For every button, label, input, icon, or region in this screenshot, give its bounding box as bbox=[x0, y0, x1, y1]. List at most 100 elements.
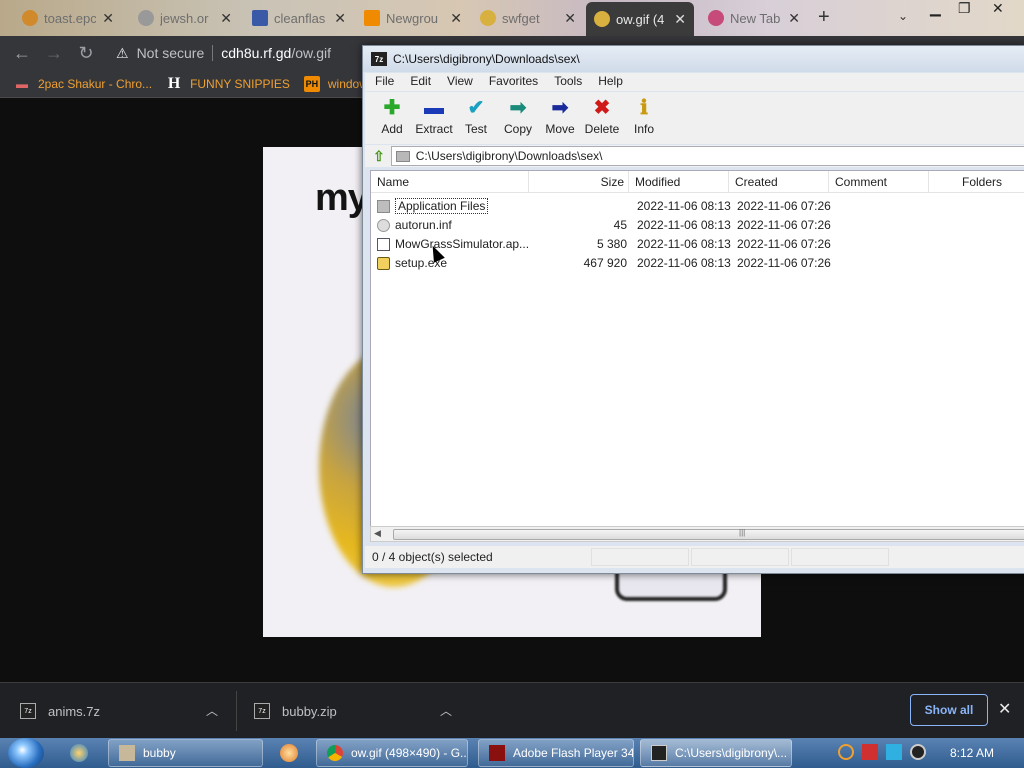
paint-icon[interactable] bbox=[280, 744, 298, 762]
chevron-up-icon[interactable]: ︿ bbox=[206, 702, 218, 719]
address-bar[interactable]: ⚠ Not secure cdh8u.rf.gd/ow.gif bbox=[108, 40, 368, 66]
move-button[interactable]: ➡ Move bbox=[539, 92, 581, 144]
file-list[interactable]: Name Size Modified Created Comment Folde… bbox=[370, 170, 1024, 528]
file-name: autorun.inf bbox=[395, 218, 452, 232]
tab-newgrounds[interactable]: Newgrou ✕ bbox=[356, 4, 470, 32]
back-arrow-icon[interactable]: ← bbox=[6, 43, 38, 64]
tab-toast[interactable]: toast.epc ✕ bbox=[14, 4, 122, 32]
scroll-thumb[interactable] bbox=[393, 529, 1024, 540]
tab-favicon-icon bbox=[252, 10, 268, 26]
tab-favicon-icon bbox=[480, 10, 496, 26]
forward-arrow-icon[interactable]: → bbox=[38, 43, 70, 64]
menu-help[interactable]: Help bbox=[588, 73, 629, 91]
monitor-icon[interactable] bbox=[886, 744, 902, 760]
clock[interactable]: 8:12 AM bbox=[950, 746, 994, 760]
tab-cleanflash[interactable]: cleanflas ✕ bbox=[244, 4, 354, 32]
close-icon[interactable]: ✕ bbox=[334, 10, 346, 27]
close-icon[interactable]: ✕ bbox=[220, 10, 232, 27]
sevenzip-window[interactable]: 7z C:\Users\digibrony\Downloads\sex\ Fil… bbox=[362, 45, 1024, 574]
folder-up-icon[interactable]: ⇧ bbox=[373, 148, 385, 165]
window-close-icon[interactable]: ✕ bbox=[992, 0, 1004, 17]
minimize-icon[interactable]: ▁ bbox=[930, 0, 941, 17]
url-path: /ow.gif bbox=[291, 45, 332, 61]
tool-label: Delete bbox=[584, 122, 620, 136]
info-button[interactable]: ℹ Info bbox=[623, 92, 665, 144]
tool-label: Extract bbox=[415, 122, 453, 136]
sevenzip-icon bbox=[651, 745, 667, 761]
task-sevenzip[interactable]: C:\Users\digibrony\... bbox=[640, 739, 792, 767]
volume-icon[interactable] bbox=[910, 744, 926, 760]
table-row[interactable]: Application Files 2022-11-06 08:13 2022-… bbox=[371, 197, 1024, 216]
menu-favorites[interactable]: Favorites bbox=[479, 73, 544, 91]
menu-view[interactable]: View bbox=[437, 73, 479, 91]
tab-search-icon[interactable]: ⌄ bbox=[898, 9, 908, 23]
status-cell bbox=[791, 548, 889, 566]
bookmark-funny-snippies[interactable]: H FUNNY SNIPPIES bbox=[166, 75, 290, 92]
tab-title: swfget bbox=[502, 10, 540, 26]
column-folders[interactable]: Folders bbox=[929, 171, 1024, 193]
tab-swfget[interactable]: swfget ✕ bbox=[472, 4, 584, 32]
task-bubby[interactable]: bubby bbox=[108, 739, 263, 767]
task-label: bubby bbox=[143, 746, 176, 760]
table-row[interactable]: MowGrassSimulator.ap... 5 380 2022-11-06… bbox=[371, 235, 1024, 254]
download-item[interactable]: 7z bubby.zip ︿ bbox=[234, 683, 470, 739]
close-icon[interactable]: ✕ bbox=[102, 10, 114, 27]
menu-edit[interactable]: Edit bbox=[400, 73, 437, 91]
sevenzip-titlebar[interactable]: 7z C:\Users\digibrony\Downloads\sex\ bbox=[363, 46, 1024, 72]
close-icon[interactable]: ✕ bbox=[674, 11, 686, 28]
table-row[interactable]: autorun.inf 45 2022-11-06 08:13 2022-11-… bbox=[371, 216, 1024, 235]
tab-ow-gif[interactable]: ow.gif (4 ✕ bbox=[586, 2, 694, 36]
tab-favicon-icon bbox=[138, 10, 154, 26]
tab-jewsh[interactable]: jewsh.or ✕ bbox=[130, 4, 240, 32]
close-icon[interactable]: ✕ bbox=[564, 10, 576, 27]
tab-title: cleanflas bbox=[274, 10, 326, 26]
task-label: C:\Users\digibrony\... bbox=[675, 746, 788, 760]
task-chrome[interactable]: ow.gif (498×490) - G... bbox=[316, 739, 468, 767]
scroll-left-icon[interactable]: ◀ bbox=[374, 528, 381, 539]
list-header: Name Size Modified Created Comment Folde… bbox=[371, 171, 1024, 193]
search-icon[interactable] bbox=[838, 744, 854, 760]
taskbar: bubby ow.gif (498×490) - G... Adobe Flas… bbox=[0, 738, 1024, 768]
tool-label: Copy bbox=[503, 122, 532, 136]
show-all-button[interactable]: Show all bbox=[910, 694, 988, 726]
tool-label: Test bbox=[464, 122, 487, 136]
reload-icon[interactable]: ↻ bbox=[70, 43, 102, 64]
table-row[interactable]: setup.exe 467 920 2022-11-06 08:13 2022-… bbox=[371, 254, 1024, 273]
status-bar: 0 / 4 object(s) selected bbox=[365, 546, 1024, 568]
column-size[interactable]: Size bbox=[529, 171, 629, 193]
download-item[interactable]: 7z anims.7z ︿ bbox=[0, 683, 236, 739]
add-icon: ✚ bbox=[383, 97, 401, 119]
extract-button[interactable]: ▬ Extract bbox=[413, 92, 455, 144]
column-modified[interactable]: Modified bbox=[629, 171, 729, 193]
close-icon[interactable]: ✕ bbox=[998, 699, 1011, 719]
test-button[interactable]: ✔ Test bbox=[455, 92, 497, 144]
status-cells bbox=[591, 548, 889, 566]
column-name[interactable]: Name bbox=[371, 171, 529, 193]
horizontal-scrollbar[interactable]: ◀ ||| bbox=[370, 526, 1024, 542]
url-text[interactable]: cdh8u.rf.gd/ow.gif bbox=[221, 45, 331, 61]
column-comment[interactable]: Comment bbox=[829, 171, 929, 193]
tab-new-tab[interactable]: New Tab ✕ bbox=[700, 4, 808, 32]
menu-file[interactable]: File bbox=[365, 73, 400, 91]
new-tab-button[interactable]: + bbox=[818, 6, 830, 29]
bookmark-2pac[interactable]: ▬ 2pac Shakur - Chro... bbox=[14, 76, 152, 92]
warning-icon[interactable]: ⚠ bbox=[116, 45, 129, 62]
copy-button[interactable]: ➡ Copy bbox=[497, 92, 539, 144]
delete-button[interactable]: ✖ Delete bbox=[581, 92, 623, 144]
menu-tools[interactable]: Tools bbox=[544, 73, 588, 91]
download-name: bubby.zip bbox=[282, 703, 337, 719]
start-button[interactable] bbox=[8, 738, 44, 768]
add-button[interactable]: ✚ Add bbox=[371, 92, 413, 144]
tool-label: Add bbox=[381, 122, 403, 136]
internet-explorer-icon[interactable] bbox=[70, 744, 88, 762]
close-icon[interactable]: ✕ bbox=[450, 10, 462, 27]
flag-icon[interactable] bbox=[862, 744, 878, 760]
chevron-up-icon[interactable]: ︿ bbox=[440, 702, 452, 719]
task-flash[interactable]: Adobe Flash Player 34 bbox=[478, 739, 634, 767]
column-created[interactable]: Created bbox=[729, 171, 829, 193]
status-text: 0 / 4 object(s) selected bbox=[372, 550, 493, 564]
path-field[interactable]: C:\Users\digibrony\Downloads\sex\ bbox=[390, 146, 1024, 166]
close-icon[interactable]: ✕ bbox=[788, 10, 800, 27]
maximize-icon[interactable]: ❐ bbox=[958, 0, 971, 17]
cake-icon: ▬ bbox=[16, 76, 28, 91]
